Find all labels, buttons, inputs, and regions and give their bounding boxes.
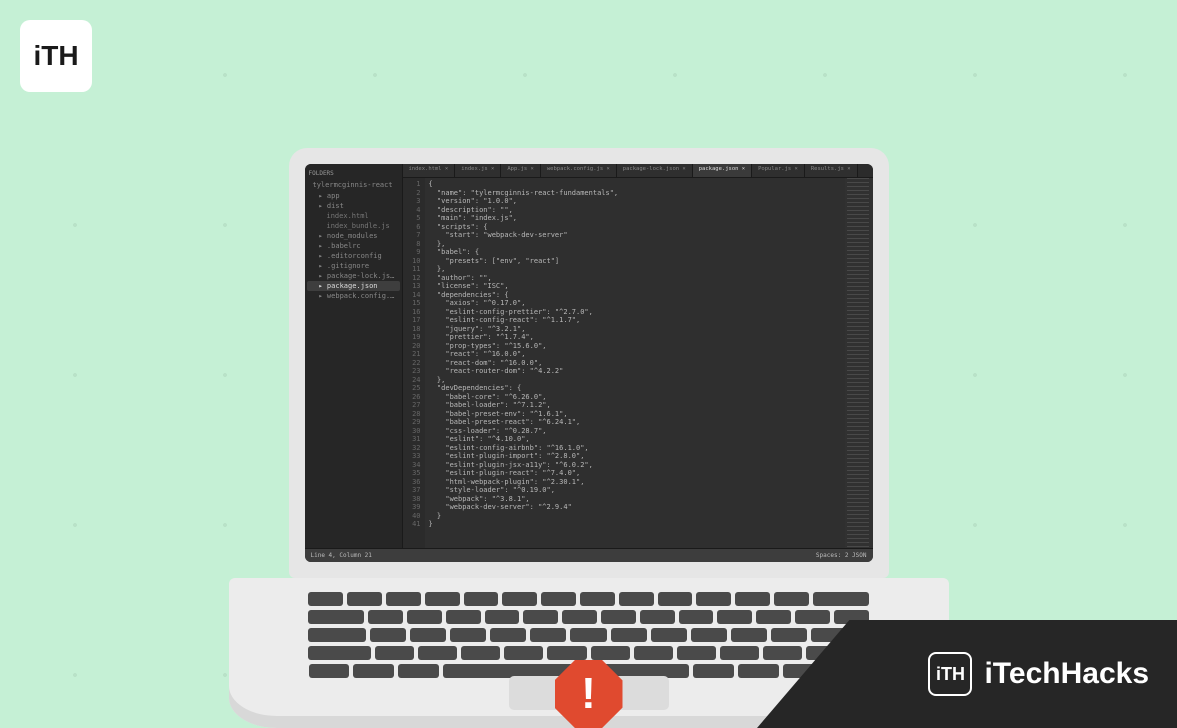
code-area: 1234567891011121314151617181920212223242… xyxy=(403,178,873,548)
editor-tab[interactable]: App.js × xyxy=(501,164,541,177)
editor-tabbar: index.html ×index.js ×App.js ×webpack.co… xyxy=(403,164,873,178)
site-logo-badge: iTH xyxy=(20,20,92,92)
sidebar-item[interactable]: ▸ app xyxy=(307,191,400,201)
sidebar-item[interactable]: ▸ .babelrc xyxy=(307,241,400,251)
status-left: Line 4, Column 21 xyxy=(311,552,372,559)
minimap[interactable] xyxy=(845,178,873,548)
editor-tab[interactable]: index.js × xyxy=(455,164,501,177)
sidebar-root-folder[interactable]: tylermcginnis-react xyxy=(307,180,400,190)
sidebar-item[interactable]: ▸ node_modules xyxy=(307,231,400,241)
sidebar-item[interactable]: ▸ package.json xyxy=(307,281,400,291)
brand-badge: iTH xyxy=(928,652,972,696)
line-gutter: 1234567891011121314151617181920212223242… xyxy=(403,178,425,548)
sidebar-item[interactable]: ▸ .gitignore xyxy=(307,261,400,271)
sidebar-item[interactable]: ▸ package-lock.json xyxy=(307,271,400,281)
sidebar-item[interactable]: ▸ dist xyxy=(307,201,400,211)
editor-tab[interactable]: Results.js × xyxy=(805,164,858,177)
sidebar-header: FOLDERS xyxy=(307,168,400,179)
sidebar-item[interactable]: ▸ .editorconfig xyxy=(307,251,400,261)
site-logo-text: iTH xyxy=(33,40,78,72)
editor-tab[interactable]: Popular.js × xyxy=(752,164,805,177)
editor-tab[interactable]: webpack.config.js × xyxy=(541,164,617,177)
sidebar-item[interactable]: index.html xyxy=(307,211,400,221)
editor-screen: FOLDERS tylermcginnis-react ▸ app▸ dist … xyxy=(305,164,873,562)
code-content[interactable]: { "name": "tylermcginnis-react-fundament… xyxy=(425,178,845,548)
editor-tab[interactable]: package.json × xyxy=(693,164,752,177)
editor-statusbar: Line 4, Column 21 Spaces: 2 JSON xyxy=(305,548,873,562)
editor-tab[interactable]: package-lock.json × xyxy=(617,164,693,177)
editor-main: index.html ×index.js ×App.js ×webpack.co… xyxy=(403,164,873,548)
sidebar-item[interactable]: ▸ webpack.config.js xyxy=(307,291,400,301)
editor-tab[interactable]: index.html × xyxy=(403,164,456,177)
sidebar-item[interactable]: index_bundle.js xyxy=(307,221,400,231)
editor-sidebar: FOLDERS tylermcginnis-react ▸ app▸ dist … xyxy=(305,164,403,548)
brand-text: iTechHacks xyxy=(984,657,1149,691)
status-right: Spaces: 2 JSON xyxy=(816,552,867,559)
alert-icon: ! xyxy=(555,660,623,728)
exclamation-icon: ! xyxy=(581,669,596,719)
laptop-lid: FOLDERS tylermcginnis-react ▸ app▸ dist … xyxy=(289,148,889,578)
